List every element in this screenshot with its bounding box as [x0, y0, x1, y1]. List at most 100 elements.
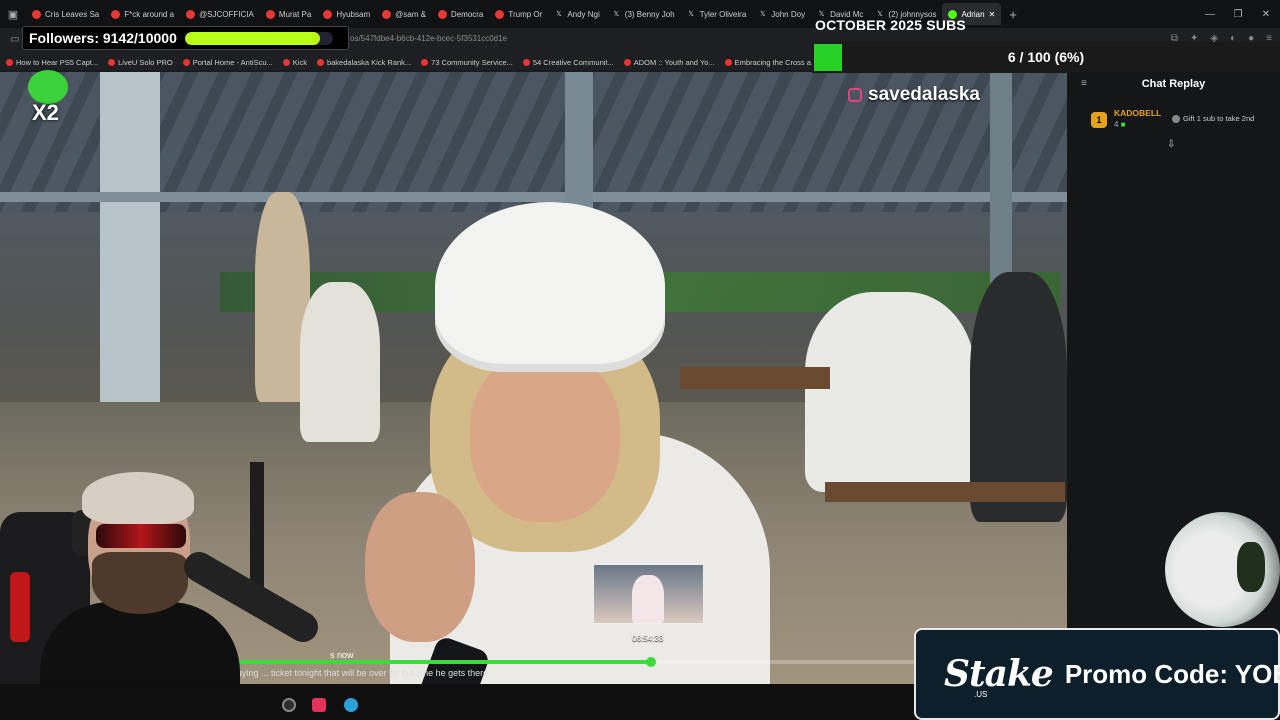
browser-tab[interactable]: Murat Pa [260, 3, 317, 25]
followers-progress-bar [184, 31, 333, 45]
browser-tab[interactable]: F*ck around a [105, 3, 180, 25]
tab-label: Murat Pa [278, 9, 312, 19]
streamer-webcam [0, 462, 330, 720]
browser-tab[interactable]: 𝕏 (3) Benny Joh [606, 3, 681, 25]
x-icon: 𝕏 [555, 11, 562, 18]
browser-tab[interactable]: Hyubsam [317, 3, 376, 25]
tab-label: Tyler Oliveira [699, 9, 747, 19]
subs-goal-bar: 6 / 100 (6%) [812, 42, 1280, 73]
browser-tab[interactable]: Trump Or [489, 3, 548, 25]
bookmark-item[interactable]: Kick [282, 58, 307, 67]
bookmark-favicon-icon [724, 58, 732, 66]
tab-label: @SJCOFFICIA [199, 9, 254, 19]
crossbeam [0, 192, 1067, 202]
seek-handle[interactable] [645, 657, 656, 667]
bookmark-favicon-icon [182, 58, 190, 66]
gift-sub-button[interactable]: Gift 1 sub to take 2nd [1172, 114, 1254, 123]
screen: ▣ Cris Leaves Sa F*ck around a @SJCOFFICIA… [0, 0, 1280, 720]
new-tab-button[interactable]: + [1001, 7, 1025, 22]
background-person [805, 292, 975, 492]
browser-tab[interactable]: 𝕏 Tyler Oliveira [681, 3, 753, 25]
collapse-chat-icon[interactable]: ≡ [1081, 78, 1087, 89]
minimize-icon[interactable]: — [1196, 0, 1224, 28]
frog-icon [28, 70, 68, 104]
main-subject [360, 202, 800, 684]
promo-banner: Stake .US Promo Code: YOBA [914, 628, 1280, 720]
tab-label: (3) Benny Joh [624, 9, 675, 19]
gifter-count: 4 ■ [1114, 120, 1126, 129]
sunglasses [96, 524, 186, 548]
close-tab-icon[interactable]: ✕ [989, 10, 996, 19]
gifter-rank-badge: 1 [1091, 112, 1107, 128]
tab-label: Trump Or [508, 9, 543, 19]
tab-label: Hyubsam [336, 9, 371, 19]
bookmark-item[interactable]: 54 Creative Communit... [522, 58, 614, 67]
youtube-icon [382, 9, 392, 19]
bookmark-favicon-icon [6, 58, 13, 66]
x-icon: 𝕏 [759, 11, 766, 18]
gift-icon [1172, 114, 1180, 123]
tab-label: Andy Ngi [567, 9, 600, 19]
followers-goal: Followers: 9142/10000 [22, 26, 349, 50]
followers-progress-fill [184, 31, 321, 45]
browser-tab[interactable]: @SJCOFFICIA [180, 3, 260, 25]
youtube-icon [437, 9, 447, 19]
youtube-icon [495, 9, 505, 19]
bookmark-item[interactable]: LiveU Solo PRO [108, 58, 173, 67]
bookmark-item[interactable]: Portal Home - AntiScu... [182, 58, 273, 67]
expand-leaderboard-icon[interactable]: ⇩ [1167, 139, 1175, 150]
sidebar-toggle-icon[interactable]: ▭ [10, 34, 19, 45]
tab-label: Cris Leaves Sa [45, 9, 100, 19]
tab-label: Democra [450, 9, 484, 19]
youtube-icon [111, 9, 121, 19]
followers-label: Followers: 9142/10000 [29, 30, 177, 46]
youtube-icon [186, 9, 196, 19]
picnic-bench [825, 482, 1065, 502]
browser-tab-strip: ▣ Cris Leaves Sa F*ck around a @SJCOFFICIA… [0, 0, 1280, 28]
x-icon: 𝕏 [688, 11, 694, 18]
gifter-name[interactable]: KADOBELL [1114, 108, 1161, 118]
tab-actions-icon[interactable]: ▣ [0, 0, 26, 28]
restore-icon[interactable]: ❐ [1224, 0, 1252, 28]
close-window-icon[interactable]: ✕ [1252, 0, 1280, 28]
app-icon[interactable] [344, 698, 358, 712]
bookmark-item[interactable]: 73 Community Service... [421, 58, 513, 67]
music-icon[interactable] [312, 698, 326, 712]
bookmark-favicon-icon [316, 58, 324, 66]
instagram-handle: savedalaska [848, 84, 980, 106]
bookmark-item[interactable]: bakedalaska Kick Rank... [316, 58, 411, 67]
browser-tab[interactable]: @sam & [376, 3, 432, 25]
stake-logo: Stake [944, 653, 1054, 695]
chat-title: Chat Replay [1141, 78, 1206, 90]
browser-tab[interactable]: Democra [432, 3, 489, 25]
chat-header: ≡ Chat Replay [1067, 72, 1280, 96]
tab-label: @sam & [395, 9, 426, 19]
x-icon: 𝕏 [613, 11, 620, 18]
bookmark-item[interactable]: How to Hear PS5 Capt... [6, 58, 98, 67]
instagram-icon [848, 88, 862, 102]
bookmark-item[interactable]: Embracing the Cross a... [724, 58, 817, 67]
bandana [435, 202, 665, 372]
bookmark-item[interactable]: ADOM :: Youth and Yo... [623, 58, 715, 67]
seek-preview-time: 06:54:33 [632, 634, 664, 643]
top-gifter-row: 1 KADOBELL 4 ■ Gift 1 sub to take 2nd [1091, 108, 1277, 136]
tab-label: John Doy [771, 9, 806, 19]
bookmark-favicon-icon [282, 58, 290, 66]
caption-line-1: s now [330, 650, 354, 660]
url-field[interactable]: os/547fdbe4-b6cb-412e-bcec-5f3531cc0d1e [350, 34, 507, 43]
subs-goal-title: OCTOBER 2025 SUBS [815, 17, 966, 33]
subs-goal-text: 6 / 100 (6%) [1007, 49, 1085, 65]
youtube-icon [323, 9, 333, 19]
promo-code: Promo Code: YOBA [1064, 658, 1280, 689]
multiplier-badge: X2 [28, 70, 68, 125]
browser-tab[interactable]: Cris Leaves Sa [26, 3, 105, 25]
browser-tab[interactable]: 𝕏 John Doy [752, 3, 811, 25]
youtube-icon [32, 9, 41, 19]
window-controls: — ❐ ✕ [1196, 0, 1280, 28]
bookmark-favicon-icon [623, 58, 631, 66]
bookmark-favicon-icon [421, 58, 429, 66]
obs-icon[interactable] [282, 698, 296, 712]
stake-logo-suffix: .US [974, 690, 988, 699]
browser-tab[interactable]: 𝕏 Andy Ngi [548, 3, 605, 25]
seek-preview-thumbnail [593, 564, 704, 624]
